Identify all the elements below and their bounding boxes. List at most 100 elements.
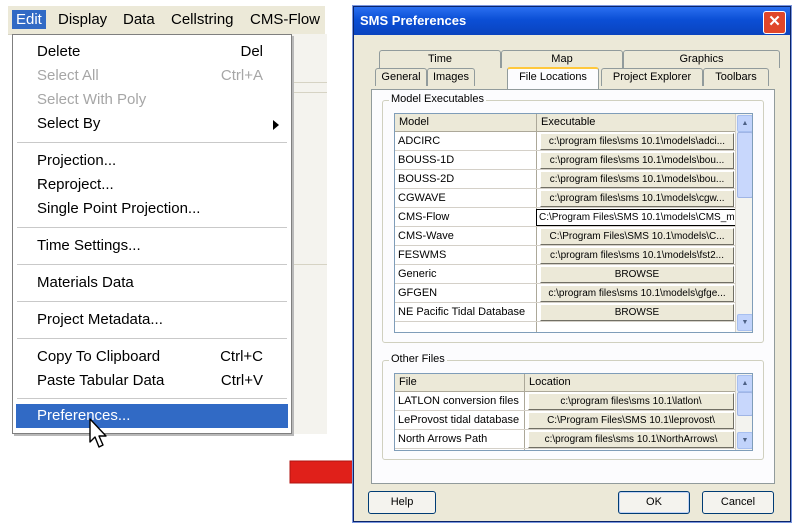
model-name: CGWAVE: [398, 192, 446, 204]
model-name: Generic: [398, 268, 437, 280]
menu-item-paste-tabular-data[interactable]: Paste Tabular Data: [37, 372, 164, 389]
dialog-title-bar: SMS Preferences ✕: [354, 7, 790, 35]
col-executable: Executable: [541, 116, 596, 128]
scroll-thumb[interactable]: [737, 132, 752, 198]
model-executables-grid: Model Executable ADCIRC c:\program files\…: [394, 113, 753, 333]
scroll-down-icon[interactable]: ▼: [737, 314, 752, 331]
table-row[interactable]: GFGEN c:\program files\sms 10.1\models\gf…: [395, 284, 736, 303]
col-file: File: [399, 376, 417, 388]
menu-item-materials-data[interactable]: Materials Data: [37, 274, 134, 291]
other-grid-scrollbar[interactable]: ▲ ▼: [735, 374, 752, 450]
table-row[interactable]: BOUSS-2D c:\program files\sms 10.1\models…: [395, 170, 736, 189]
menu-item-select-all: Select All: [37, 67, 99, 84]
preferences-dialog: SMS Preferences ✕ Time Map Graphics Gene…: [353, 6, 791, 522]
table-row[interactable]: CGWAVE c:\program files\sms 10.1\models\c…: [395, 189, 736, 208]
menu-item-time-settings[interactable]: Time Settings...: [37, 237, 141, 254]
table-row[interactable]: NE Pacific Tidal Database BROWSE: [395, 303, 736, 322]
grid-header: File Location: [395, 374, 736, 392]
scroll-thumb[interactable]: [737, 392, 752, 416]
menu-cellstring[interactable]: Cellstring: [171, 11, 234, 28]
executable-path[interactable]: c:\program files\sms 10.1\models\gfge...: [540, 285, 734, 302]
menu-item-reproject[interactable]: Reproject...: [37, 176, 114, 193]
menu-item-delete[interactable]: Delete: [37, 43, 80, 60]
scroll-down-icon[interactable]: ▼: [737, 432, 752, 449]
tab-toolbars[interactable]: Toolbars: [703, 68, 769, 86]
browse-button[interactable]: BROWSE: [540, 266, 734, 283]
tab-time[interactable]: Time: [379, 50, 501, 68]
tab-file-locations[interactable]: File Locations: [507, 67, 599, 89]
table-row[interactable]: BOUSS-1D c:\program files\sms 10.1\models…: [395, 151, 736, 170]
menu-cms-flow[interactable]: CMS-Flow: [250, 11, 320, 28]
menu-item-preferences[interactable]: Preferences...: [37, 407, 130, 424]
col-model: Model: [399, 116, 429, 128]
table-row[interactable]: CMS-Flow C:\Program Files\SMS 10.1\models…: [395, 208, 752, 227]
table-row[interactable]: LeProvost tidal database C:\Program Files…: [395, 411, 736, 430]
menu-data[interactable]: Data: [123, 11, 155, 28]
menu-item-copy-to-clipboard[interactable]: Copy To Clipboard: [37, 348, 160, 365]
location-path[interactable]: C:\Program Files\SMS 10.1\leprovost\: [528, 412, 734, 429]
scroll-up-icon[interactable]: ▲: [737, 115, 752, 132]
scroll-up-icon[interactable]: ▲: [737, 375, 752, 392]
location-path[interactable]: c:\program files\sms 10.1\NorthArrows\: [528, 431, 734, 448]
model-name: ADCIRC: [398, 135, 441, 147]
other-files-group: Other Files File Location LATLON convers…: [382, 353, 764, 460]
file-name: LATLON conversion files: [398, 395, 519, 407]
edit-menu: Delete Del Select All Ctrl+A Select With…: [12, 34, 292, 434]
model-name: CMS-Flow: [398, 211, 450, 223]
location-path[interactable]: c:\program files\sms 10.1\latlon\: [528, 393, 734, 410]
menu-item-select-by[interactable]: Select By: [37, 115, 100, 132]
tab-general[interactable]: General: [375, 68, 427, 86]
cancel-button[interactable]: Cancel: [702, 491, 774, 514]
menu-separator: [17, 264, 287, 265]
col-location: Location: [529, 376, 571, 388]
shortcut-paste: Ctrl+V: [220, 372, 263, 389]
model-name: GFGEN: [398, 287, 438, 299]
menu-item-single-point-projection[interactable]: Single Point Projection...: [37, 200, 200, 217]
close-icon[interactable]: ✕: [763, 11, 786, 34]
help-button[interactable]: Help: [368, 491, 436, 514]
table-row[interactable]: LATLON conversion files c:\program files\…: [395, 392, 736, 411]
executable-path[interactable]: c:\program files\sms 10.1\models\bou...: [540, 171, 734, 188]
model-name: FESWMS: [398, 249, 447, 261]
table-row[interactable]: Generic BROWSE: [395, 265, 736, 284]
model-executables-group: Model Executables Model Executable ADCIR…: [382, 93, 764, 343]
table-row[interactable]: CMS-Wave C:\Program Files\SMS 10.1\models…: [395, 227, 736, 246]
model-name: NE Pacific Tidal Database: [398, 306, 526, 318]
menu-item-projection[interactable]: Projection...: [37, 152, 116, 169]
executable-path[interactable]: c:\program files\sms 10.1\models\adci...: [540, 133, 734, 150]
menu-separator: [17, 227, 287, 228]
model-name: BOUSS-1D: [398, 154, 455, 166]
grid-header: Model Executable: [395, 114, 736, 132]
model-name: BOUSS-2D: [398, 173, 455, 185]
table-row[interactable]: FESWMS c:\program files\sms 10.1\models\f…: [395, 246, 736, 265]
tab-map[interactable]: Map: [501, 50, 623, 68]
executable-path[interactable]: C:\Program Files\SMS 10.1\models\C...: [540, 228, 734, 245]
menu-item-select-with-poly: Select With Poly: [37, 91, 147, 108]
other-files-grid: File Location LATLON conversion files c:\…: [394, 373, 753, 451]
dialog-title: SMS Preferences: [360, 13, 467, 28]
model-grid-scrollbar[interactable]: ▲ ▼: [735, 114, 752, 332]
shortcut-delete: Del: [240, 43, 263, 60]
executable-path-editor[interactable]: C:\Program Files\SMS 10.1\models\CMS_mod…: [536, 209, 752, 226]
submenu-arrow-icon: [273, 120, 279, 130]
ok-button[interactable]: OK: [618, 491, 690, 514]
menu-display[interactable]: Display: [58, 11, 107, 28]
menu-item-project-metadata[interactable]: Project Metadata...: [37, 311, 163, 328]
file-name: North Arrows Path: [398, 433, 488, 445]
menu-bar: Edit Display Data Cellstring CMS-Flow: [8, 6, 325, 35]
executable-path[interactable]: c:\program files\sms 10.1\models\cgw...: [540, 190, 734, 207]
mouse-cursor-icon: [89, 418, 107, 448]
tab-project-explorer[interactable]: Project Explorer: [601, 68, 703, 86]
tab-images[interactable]: Images: [427, 68, 475, 86]
menu-separator: [17, 301, 287, 302]
tab-graphics[interactable]: Graphics: [623, 50, 780, 68]
table-row[interactable]: North Arrows Path c:\program files\sms 10…: [395, 430, 736, 449]
browse-button[interactable]: BROWSE: [540, 304, 734, 321]
executable-path[interactable]: c:\program files\sms 10.1\models\bou...: [540, 152, 734, 169]
file-locations-panel: Model Executables Model Executable ADCIR…: [371, 89, 775, 484]
shortcut-select-all: Ctrl+A: [220, 67, 263, 84]
group-label: Other Files: [389, 353, 447, 365]
menu-edit[interactable]: Edit: [12, 10, 46, 29]
executable-path[interactable]: c:\program files\sms 10.1\models\fst2...: [540, 247, 734, 264]
table-row[interactable]: ADCIRC c:\program files\sms 10.1\models\a…: [395, 132, 736, 151]
